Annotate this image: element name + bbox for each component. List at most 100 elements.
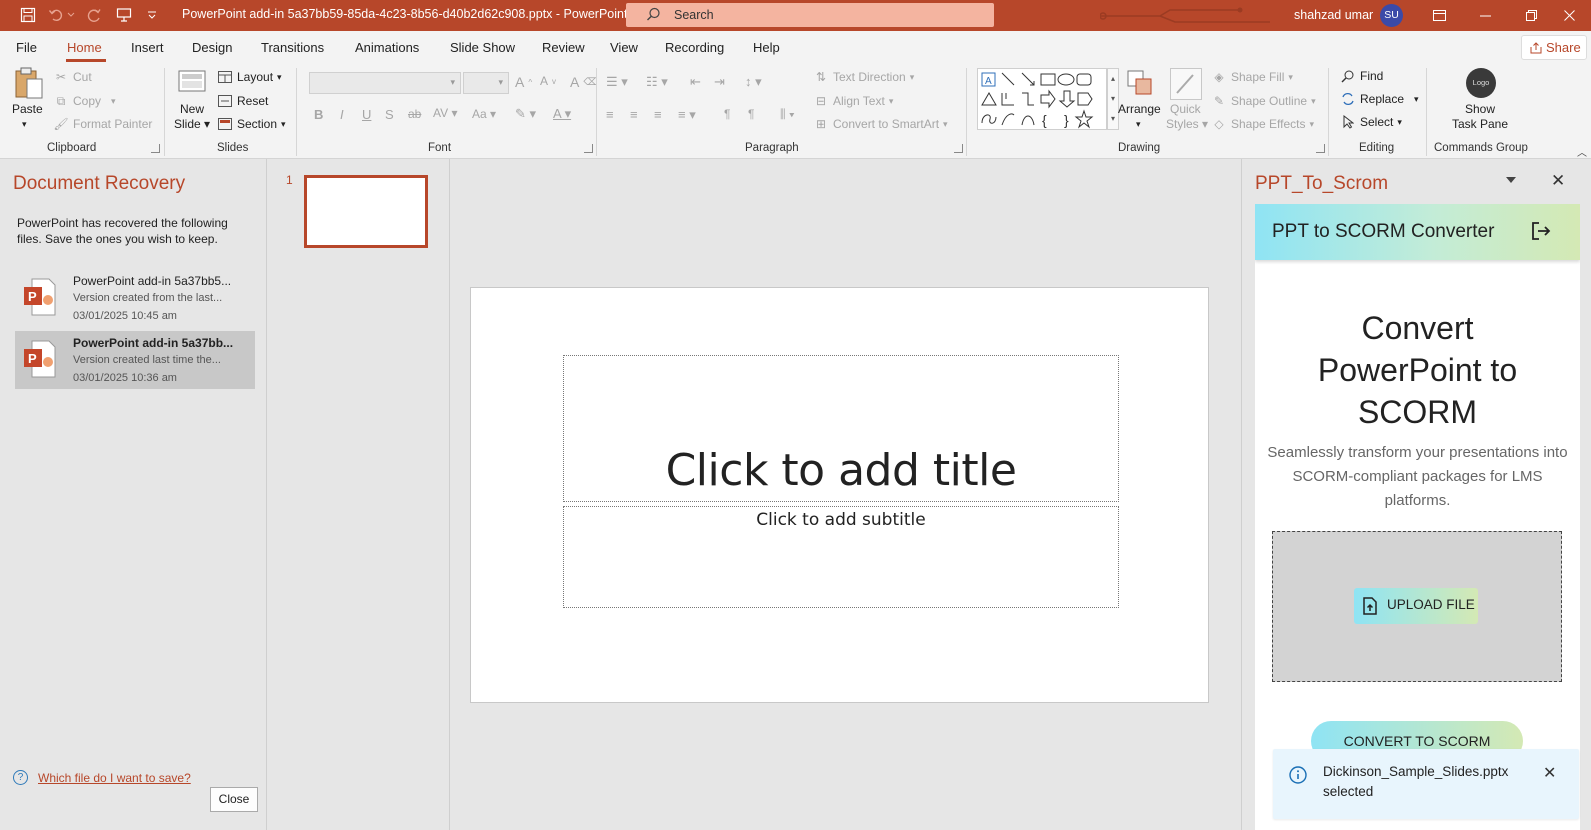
shapes-gallery[interactable]: A {}	[977, 68, 1107, 130]
tab-help[interactable]: Help	[753, 40, 780, 55]
show-taskpane-label-2[interactable]: Task Pane	[1452, 117, 1508, 132]
tab-transitions[interactable]: Transitions	[261, 40, 324, 55]
paste-dropdown-icon[interactable]: ▾	[22, 117, 27, 132]
upload-file-button[interactable]: UPLOAD FILE	[1354, 588, 1478, 624]
new-slide-label-2[interactable]: Slide ▾	[174, 117, 210, 132]
tab-slide-show[interactable]: Slide Show	[450, 40, 515, 55]
present-icon[interactable]	[114, 5, 134, 25]
subtitle-placeholder[interactable]: Click to add subtitle	[563, 506, 1119, 608]
line-spacing-icon[interactable]: ↕ ▾	[745, 74, 762, 90]
decrease-font-size-icon[interactable]: Av	[540, 74, 556, 88]
task-pane-options-icon[interactable]	[1506, 177, 1516, 183]
bullets-icon[interactable]: ☰ ▾	[606, 74, 628, 90]
tab-file[interactable]: File	[16, 40, 37, 55]
increase-indent-icon[interactable]: ⇥	[714, 74, 725, 90]
font-launcher-icon[interactable]	[584, 144, 593, 153]
customize-toolbar-icon[interactable]	[142, 5, 162, 25]
shapes-gallery-scroll[interactable]: ▴ ▾ ▾	[1107, 68, 1119, 130]
tab-recording[interactable]: Recording	[665, 40, 724, 55]
numbering-icon[interactable]: ☷ ▾	[646, 74, 668, 90]
undo-icon[interactable]	[46, 5, 66, 25]
justify-icon[interactable]: ≡ ▾	[678, 107, 696, 123]
save-icon[interactable]	[18, 5, 38, 25]
slide-canvas[interactable]: Click to add title Click to add subtitle	[470, 287, 1209, 703]
shape-fill-button[interactable]: ◈ Shape Fill ▾	[1211, 69, 1293, 85]
columns-icon[interactable]: ⫼ ▾	[780, 107, 795, 122]
tab-insert[interactable]: Insert	[131, 40, 164, 55]
toast-close-icon[interactable]: ✕	[1543, 763, 1556, 783]
close-window-icon[interactable]	[1546, 0, 1591, 31]
new-slide-label[interactable]: New	[180, 102, 204, 117]
share-button[interactable]: Share	[1521, 35, 1587, 60]
tab-animations[interactable]: Animations	[355, 40, 419, 55]
rtl-icon[interactable]: ¶	[748, 107, 754, 121]
select-button[interactable]: Select ▾	[1340, 114, 1402, 130]
logo-icon[interactable]: Logo	[1466, 68, 1496, 98]
shape-effects-button[interactable]: ◇ Shape Effects ▾	[1211, 116, 1314, 132]
close-recovery-button[interactable]: Close	[210, 787, 258, 812]
paste-icon[interactable]	[13, 67, 45, 103]
font-size-select[interactable]: ▾	[463, 72, 509, 94]
find-button[interactable]: Find	[1340, 68, 1383, 84]
clear-formatting-icon[interactable]: A ⌫	[570, 74, 597, 90]
align-text-button[interactable]: ⊟ Align Text ▾	[813, 93, 893, 109]
slide-thumbnail[interactable]	[304, 175, 428, 248]
quick-styles-icon[interactable]	[1170, 68, 1202, 100]
align-left-icon[interactable]: ≡	[606, 107, 614, 122]
show-taskpane-label[interactable]: Show	[1465, 102, 1495, 117]
format-painter-button[interactable]: 🖌 Format Painter	[53, 116, 152, 132]
arrange-dropdown-icon[interactable]: ▾	[1136, 117, 1141, 132]
file-dropzone[interactable]: UPLOAD FILE	[1272, 531, 1562, 682]
convert-smartart-button[interactable]: ⊞ Convert to SmartArt ▾	[813, 116, 948, 132]
tab-view[interactable]: View	[610, 40, 638, 55]
layout-button[interactable]: Layout ▾	[217, 69, 282, 85]
redo-icon[interactable]	[84, 5, 104, 25]
increase-font-size-icon[interactable]: A ^	[515, 74, 532, 90]
new-slide-icon[interactable]	[178, 68, 208, 96]
paragraph-launcher-icon[interactable]	[954, 144, 963, 153]
font-name-select[interactable]: ▾	[309, 72, 461, 94]
clipboard-launcher-icon[interactable]	[151, 144, 160, 153]
search-box[interactable]: Search	[626, 3, 994, 27]
task-pane-close-icon[interactable]: ✕	[1551, 171, 1565, 191]
shadow-icon[interactable]: S	[385, 107, 394, 122]
font-color-icon[interactable]: A ▾	[553, 106, 571, 122]
quick-styles-label[interactable]: Quick	[1170, 102, 1201, 117]
align-center-icon[interactable]: ≡	[630, 107, 638, 122]
title-placeholder[interactable]: Click to add title	[563, 355, 1119, 502]
paste-label[interactable]: Paste	[12, 102, 43, 117]
which-file-help-link[interactable]: Which file do I want to save?	[38, 771, 191, 785]
bold-icon[interactable]: B	[314, 107, 323, 122]
cut-button[interactable]: ✂ Cut	[53, 69, 92, 85]
quick-styles-label-2[interactable]: Styles ▾	[1166, 117, 1208, 132]
underline-icon[interactable]: U	[362, 107, 371, 122]
tab-design[interactable]: Design	[192, 40, 232, 55]
minimize-icon[interactable]	[1462, 0, 1508, 31]
logout-icon[interactable]	[1530, 220, 1552, 245]
align-right-icon[interactable]: ≡	[654, 107, 662, 122]
avatar[interactable]: SU	[1380, 4, 1403, 27]
ltr-icon[interactable]: ¶	[724, 107, 730, 121]
arrange-icon[interactable]	[1125, 68, 1155, 98]
replace-button[interactable]: Replace ▾	[1340, 91, 1419, 107]
arrange-label[interactable]: Arrange	[1118, 102, 1161, 117]
recovery-item[interactable]: P PowerPoint add-in 5a37bb5... Version c…	[15, 269, 255, 327]
copy-button[interactable]: ⧉ Copy ▾	[53, 93, 116, 109]
shape-outline-button[interactable]: ✎ Shape Outline ▾	[1211, 93, 1316, 109]
reset-button[interactable]: Reset	[217, 93, 268, 109]
decrease-indent-icon[interactable]: ⇤	[690, 74, 701, 90]
highlight-icon[interactable]: ✎ ▾	[515, 106, 536, 122]
ribbon-display-options-icon[interactable]	[1416, 0, 1462, 31]
recovery-item[interactable]: P PowerPoint add-in 5a37bb... Version cr…	[15, 331, 255, 389]
undo-dropdown-icon[interactable]	[66, 5, 76, 25]
section-button[interactable]: Section ▾	[217, 116, 286, 132]
drawing-launcher-icon[interactable]	[1316, 144, 1325, 153]
character-spacing-icon[interactable]: AV ▾	[433, 106, 457, 120]
user-name[interactable]: shahzad umar	[1294, 8, 1373, 22]
text-direction-button[interactable]: ⇅ Text Direction ▾	[813, 69, 914, 85]
italic-icon[interactable]: I	[340, 107, 344, 122]
strikethrough-icon[interactable]: ab	[408, 107, 421, 121]
collapse-ribbon-icon[interactable]: ︿	[1577, 144, 1587, 159]
change-case-icon[interactable]: Aa ▾	[472, 107, 496, 121]
tab-home[interactable]: Home	[67, 40, 102, 55]
